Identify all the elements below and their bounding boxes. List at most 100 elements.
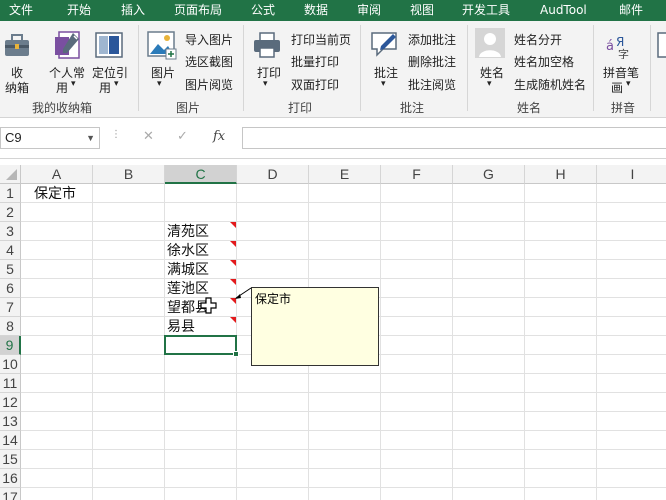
- comment-browse-button[interactable]: 批注阅览: [408, 76, 456, 93]
- partial-icon[interactable]: [657, 31, 666, 62]
- comment-indicator[interactable]: [230, 241, 236, 247]
- column-header-a[interactable]: A: [21, 165, 93, 184]
- menu-insert[interactable]: 插入: [121, 0, 145, 21]
- cell-c6[interactable]: 莲池区: [167, 280, 209, 298]
- fill-handle[interactable]: [233, 351, 239, 357]
- row-header-13[interactable]: 13: [0, 412, 21, 431]
- comment-box[interactable]: 保定市: [251, 287, 379, 366]
- comment-indicator[interactable]: [230, 260, 236, 266]
- menu-mail[interactable]: 邮件: [619, 0, 643, 21]
- name-label[interactable]: 姓名: [480, 64, 504, 81]
- gridline: [21, 392, 666, 393]
- column-header-f[interactable]: F: [381, 165, 453, 184]
- group-label-name: 姓名: [517, 101, 542, 115]
- menu-file[interactable]: 文件: [9, 0, 33, 21]
- menu-review[interactable]: 审阅: [357, 0, 381, 21]
- picture-label[interactable]: 图片: [151, 64, 175, 81]
- name-split-button[interactable]: 姓名分开: [514, 31, 562, 48]
- chevron-down-icon[interactable]: ▾: [381, 79, 386, 89]
- column-header-h[interactable]: H: [525, 165, 597, 184]
- chevron-down-icon[interactable]: ▾: [114, 79, 119, 89]
- row-header-14[interactable]: 14: [0, 431, 21, 450]
- column-header-e[interactable]: E: [309, 165, 381, 184]
- row-header-7[interactable]: 7: [0, 298, 21, 317]
- batch-print-button[interactable]: 批量打印: [291, 53, 339, 70]
- enter-icon[interactable]: ✓: [177, 129, 188, 144]
- chevron-down-icon[interactable]: ▾: [157, 79, 162, 89]
- gridline: [21, 449, 666, 450]
- comment-indicator[interactable]: [230, 222, 236, 228]
- cell-c5[interactable]: 满城区: [167, 261, 209, 279]
- locate-reference-label-2[interactable]: 用: [99, 79, 111, 96]
- annotate-icon[interactable]: [369, 29, 401, 62]
- add-comment-button[interactable]: 添加批注: [408, 31, 456, 48]
- column-header-i[interactable]: I: [597, 165, 666, 184]
- delete-comment-button[interactable]: 删除批注: [408, 53, 456, 70]
- row-header-5[interactable]: 5: [0, 260, 21, 279]
- annotate-label[interactable]: 批注: [374, 64, 398, 81]
- chevron-down-icon[interactable]: ▾: [626, 79, 631, 89]
- random-name-button[interactable]: 生成随机姓名: [514, 76, 586, 93]
- active-cell[interactable]: [164, 335, 237, 355]
- pinyin-strokes-label-2[interactable]: 画: [611, 79, 623, 96]
- name-add-space-button[interactable]: 姓名加空格: [514, 53, 574, 70]
- name-box[interactable]: C9 ▼: [0, 127, 100, 149]
- insert-function-icon[interactable]: fx: [213, 129, 225, 144]
- row-header-15[interactable]: 15: [0, 450, 21, 469]
- cell-a1[interactable]: 保定市: [34, 185, 76, 203]
- toolbox-icon[interactable]: [3, 31, 31, 62]
- row-header-8[interactable]: 8: [0, 317, 21, 336]
- row-header-1[interactable]: 1: [0, 184, 21, 203]
- printer-icon[interactable]: [252, 31, 282, 62]
- column-header-c[interactable]: C: [165, 165, 237, 184]
- row-header-11[interactable]: 11: [0, 374, 21, 393]
- chevron-down-icon[interactable]: ▾: [487, 79, 492, 89]
- row-header-10[interactable]: 10: [0, 355, 21, 374]
- row-header-4[interactable]: 4: [0, 241, 21, 260]
- select-capture-button[interactable]: 选区截图: [185, 53, 233, 70]
- duplex-print-button[interactable]: 双面打印: [291, 76, 339, 93]
- row-header-9[interactable]: 9: [0, 336, 21, 355]
- comment-indicator[interactable]: [230, 317, 236, 323]
- row-header-12[interactable]: 12: [0, 393, 21, 412]
- cancel-icon[interactable]: ✕: [143, 129, 154, 144]
- person-icon[interactable]: [474, 27, 506, 62]
- menu-developer[interactable]: 开发工具: [462, 0, 510, 21]
- row-header-17[interactable]: 17: [0, 488, 21, 500]
- picture-icon[interactable]: [146, 29, 178, 64]
- column-header-d[interactable]: D: [237, 165, 309, 184]
- menu-audtool[interactable]: AudTool: [540, 0, 587, 21]
- picture-browse-button[interactable]: 图片阅览: [185, 76, 233, 93]
- personal-common-label-2[interactable]: 用: [56, 79, 68, 96]
- gridline: [21, 221, 666, 222]
- column-header-b[interactable]: B: [93, 165, 165, 184]
- collect-box-label-2[interactable]: 纳箱: [5, 79, 29, 96]
- pinyin-icon[interactable]: á Я 字: [605, 29, 635, 62]
- import-picture-button[interactable]: 导入图片: [185, 31, 233, 48]
- chevron-down-icon[interactable]: ▾: [71, 79, 76, 89]
- menu-formulas[interactable]: 公式: [251, 0, 275, 21]
- menu-page-layout[interactable]: 页面布局: [174, 0, 222, 21]
- worksheet-grid[interactable]: A B C D E F G H I 1 2 3 4 5 6 7 8 9 10 1…: [0, 165, 666, 500]
- cell-c8[interactable]: 易县: [167, 318, 195, 336]
- column-header-g[interactable]: G: [453, 165, 525, 184]
- select-all-corner[interactable]: [0, 165, 21, 184]
- row-header-16[interactable]: 16: [0, 469, 21, 488]
- print-label[interactable]: 打印: [257, 64, 281, 81]
- row-header-3[interactable]: 3: [0, 222, 21, 241]
- cell-c4[interactable]: 徐水区: [167, 242, 209, 260]
- row-header-6[interactable]: 6: [0, 279, 21, 298]
- menu-data[interactable]: 数据: [304, 0, 328, 21]
- chevron-down-icon[interactable]: ▼: [86, 128, 95, 148]
- print-current-button[interactable]: 打印当前页: [291, 31, 351, 48]
- formula-input[interactable]: [242, 127, 666, 149]
- group-label-picture: 图片: [176, 101, 201, 115]
- personal-common-icon[interactable]: [53, 29, 83, 64]
- menu-view[interactable]: 视图: [410, 0, 434, 21]
- row-header-2[interactable]: 2: [0, 203, 21, 222]
- group-separator: [360, 25, 361, 111]
- locate-reference-icon[interactable]: [94, 31, 124, 62]
- menu-home[interactable]: 开始: [67, 0, 91, 21]
- chevron-down-icon[interactable]: ▾: [263, 79, 268, 89]
- cell-c3[interactable]: 清苑区: [167, 223, 209, 241]
